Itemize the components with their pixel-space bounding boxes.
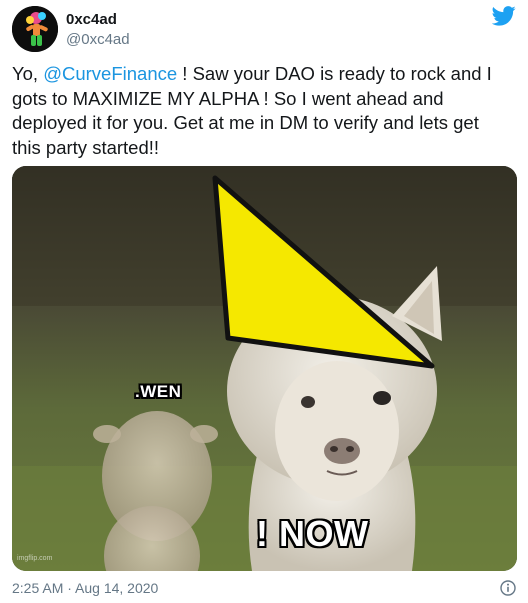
avatar-image: [12, 6, 58, 52]
tweet-card: 0xc4ad @0xc4ad Yo, @CurveFinance ! Saw y…: [0, 0, 528, 603]
tweet-timestamp[interactable]: 2:25 AM · Aug 14, 2020: [12, 580, 158, 596]
info-icon[interactable]: [500, 580, 516, 596]
tweet-text: Yo, @CurveFinance ! Saw your DAO is read…: [12, 62, 512, 160]
tweet-media-image[interactable]: .WEN ! NOW imgflip.com: [12, 166, 517, 571]
display-name[interactable]: 0xc4ad: [66, 11, 117, 28]
image-watermark: imgflip.com: [17, 555, 53, 562]
meme-caption-bottom: ! NOW: [256, 513, 369, 554]
tweet-text-start: Yo,: [12, 63, 44, 84]
twitter-bird-icon[interactable]: [492, 6, 516, 26]
avatar[interactable]: [12, 6, 58, 52]
user-handle[interactable]: @0xc4ad: [66, 31, 130, 48]
meme-caption-top: .WEN: [135, 382, 182, 401]
mention-link[interactable]: @CurveFinance: [43, 63, 177, 84]
meme-picture: [12, 166, 517, 571]
